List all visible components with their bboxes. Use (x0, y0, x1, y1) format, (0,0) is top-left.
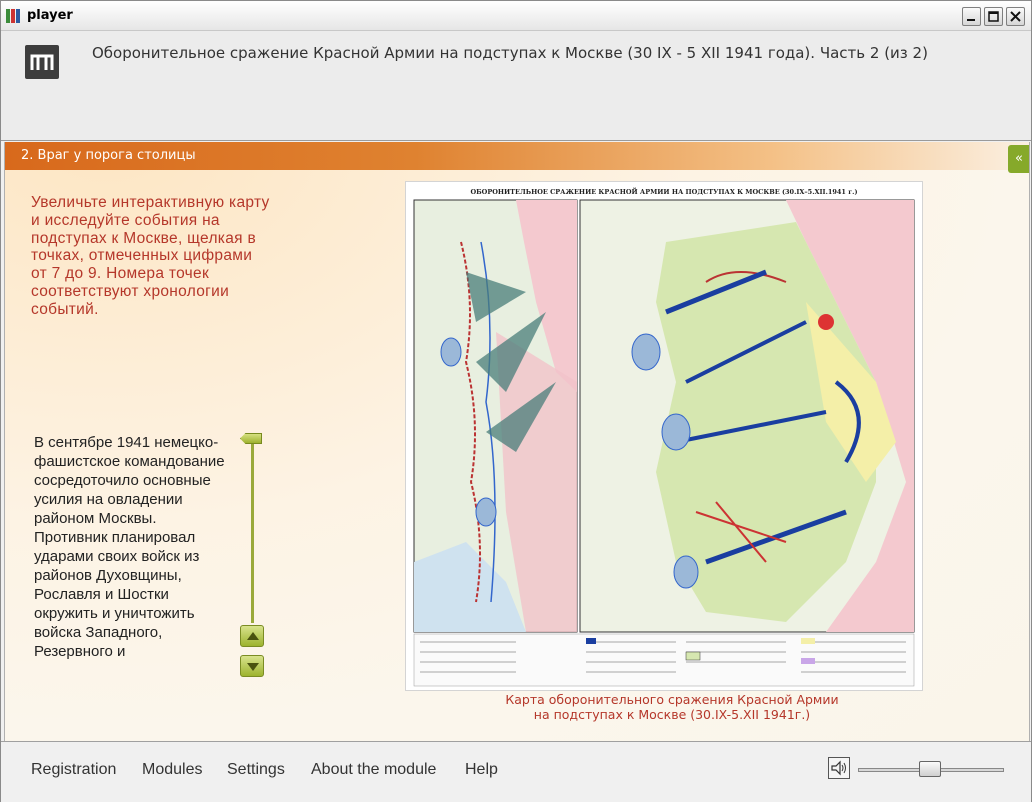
map-caption-line-1: Карта оборонительного сражения Красной А… (505, 692, 839, 707)
footer-bar: Registration Modules Settings About the … (1, 741, 1031, 802)
text-scroll-track[interactable] (251, 437, 254, 623)
window-title: player (27, 8, 73, 23)
close-button[interactable] (1006, 7, 1025, 26)
section-header: 2. Враг у порога столицы (5, 142, 1029, 170)
instructions-text: Увеличьте интерактивную карту и исследуй… (31, 194, 270, 318)
menu-about-module[interactable]: About the module (311, 761, 436, 779)
arrow-down-icon (247, 663, 259, 671)
mute-button[interactable] (828, 757, 850, 779)
map-caption: Карта оборонительного сражения Красной А… (405, 692, 939, 722)
player-window: player Оборонительное сражение Красной А… (0, 0, 1032, 802)
menu-settings[interactable]: Settings (227, 761, 285, 779)
volume-slider-handle[interactable] (919, 761, 941, 777)
module-title: Оборонительное сражение Красной Армии на… (92, 44, 928, 62)
interactive-map[interactable]: ОБОРОНИТЕЛЬНОЕ СРАЖЕНИЕ КРАСНОЙ АРМИИ НА… (405, 181, 923, 691)
arrow-up-icon (247, 632, 259, 640)
scroll-up-button[interactable] (240, 625, 264, 647)
map-caption-line-2: на подступах к Москве (30.IX-5.XII 1941г… (533, 707, 811, 722)
section-title: 2. Враг у порога столицы (21, 148, 196, 163)
maximize-icon (988, 11, 999, 22)
module-header: Оборонительное сражение Красной Армии на… (1, 31, 1031, 141)
scroll-down-button[interactable] (240, 655, 264, 677)
close-icon (1010, 11, 1021, 22)
lesson-content: 2. Враг у порога столицы « Увеличьте инт… (4, 142, 1030, 741)
menu-registration[interactable]: Registration (31, 761, 116, 779)
battle-map-image: ОБОРОНИТЕЛЬНОЕ СРАЖЕНИЕ КРАСНОЙ АРМИИ НА… (406, 182, 922, 690)
minimize-button[interactable] (962, 7, 981, 26)
module-logo-icon (25, 45, 59, 79)
menu-modules[interactable]: Modules (142, 761, 202, 779)
collapse-panel-button[interactable]: « (1008, 145, 1029, 173)
map-heading: ОБОРОНИТЕЛЬНОЕ СРАЖЕНИЕ КРАСНОЙ АРМИИ НА… (470, 186, 857, 196)
maximize-button[interactable] (984, 7, 1003, 26)
menu-help[interactable]: Help (465, 761, 498, 779)
narrative-text: В сентябре 1941 немецко-фашистское коман… (34, 434, 225, 660)
minimize-icon (967, 19, 975, 21)
speaker-icon (831, 760, 846, 776)
app-logo-icon (6, 9, 24, 23)
title-bar[interactable]: player (1, 1, 1031, 31)
text-scroll-handle[interactable] (240, 433, 262, 444)
